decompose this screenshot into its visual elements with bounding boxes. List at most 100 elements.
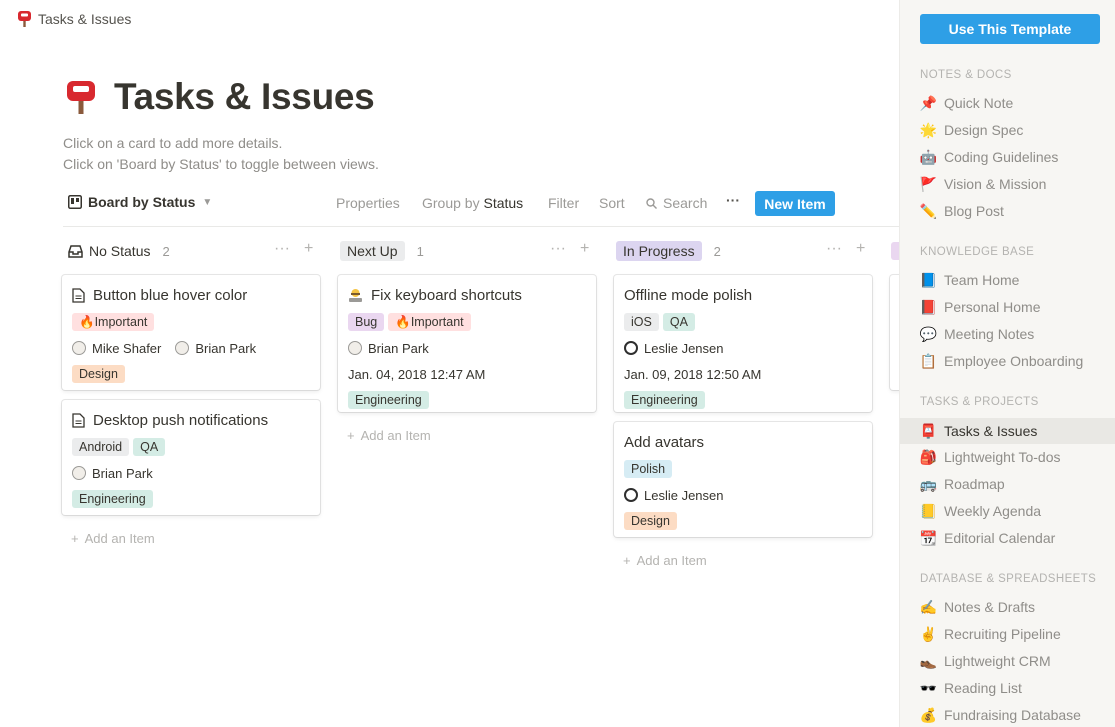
sidebar-item-vision-mission[interactable]: 🚩 Vision & Mission xyxy=(900,171,1115,197)
sidebar-item-label: Design Spec xyxy=(944,122,1024,138)
tag-qa: QA xyxy=(133,438,166,456)
card-desktop-push-notifications[interactable]: Desktop push notifications Android QA Br… xyxy=(62,400,320,515)
description-line: Click on a card to add more details. xyxy=(63,135,283,151)
page-title[interactable]: Tasks & Issues xyxy=(114,76,375,118)
avatar xyxy=(175,341,190,355)
sidebar-item-label: Reading List xyxy=(944,680,1022,696)
sidebar-item-notes-drafts[interactable]: ✍️ Notes & Drafts xyxy=(900,594,1115,620)
tag-polish: Polish xyxy=(624,460,673,478)
breadcrumb-title: Tasks & Issues xyxy=(38,10,132,27)
more-icon[interactable]: ··· xyxy=(274,240,290,258)
sidebar-item-label: Vision & Mission xyxy=(944,176,1047,192)
new-item-button[interactable]: New Item xyxy=(755,191,835,216)
clipboard-icon: 📋 xyxy=(919,352,938,369)
add-item-button[interactable]: + Add an Item xyxy=(623,553,707,568)
card-title: Fix keyboard shortcuts xyxy=(371,286,522,304)
person-name: Brian Park xyxy=(368,340,429,356)
sidebar-item-roadmap[interactable]: 🚌 Roadmap xyxy=(900,471,1115,497)
search-label: Search xyxy=(663,195,708,211)
column-label: No Status xyxy=(89,243,151,259)
person-name: Brian Park xyxy=(92,465,153,481)
section-label: KNOWLEDGE BASE xyxy=(920,246,1035,258)
column-header-next-up[interactable]: Next Up 1 xyxy=(340,240,424,262)
add-item-button[interactable]: + Add an Item xyxy=(71,531,155,546)
tag-design: Design xyxy=(72,365,125,383)
use-template-button[interactable]: Use This Template xyxy=(920,14,1100,44)
money-bag-icon: 💰 xyxy=(919,706,938,723)
sidebar-item-quick-note[interactable]: 📌 Quick Note xyxy=(900,90,1115,116)
more-icon[interactable]: ··· xyxy=(826,240,842,258)
sidebar-item-label: Roadmap xyxy=(944,476,1005,492)
plus-icon: + xyxy=(71,531,79,546)
sidebar-item-label: Lightweight To-dos xyxy=(944,449,1061,465)
robot-icon: 🤖 xyxy=(919,148,938,165)
plus-icon[interactable]: + xyxy=(856,240,865,258)
tag-important: 🔥Important xyxy=(72,313,155,331)
search-icon xyxy=(646,197,657,209)
bus-icon: 🚌 xyxy=(919,475,938,492)
card-add-avatars[interactable]: Add avatars Polish Leslie Jensen Design xyxy=(614,422,872,537)
more-icon[interactable]: ··· xyxy=(550,240,566,258)
mailbox-icon: 📮 xyxy=(919,422,938,439)
tag-ios: iOS xyxy=(624,313,659,331)
plus-icon: + xyxy=(623,553,631,568)
section-label: TASKS & PROJECTS xyxy=(920,396,1039,408)
column-header-in-progress[interactable]: In Progress 2 xyxy=(616,240,721,262)
tag-engineering: Engineering xyxy=(348,391,429,409)
sidebar-item-label: Editorial Calendar xyxy=(944,530,1056,546)
more-options-button[interactable]: ··· xyxy=(726,192,740,208)
card-button-blue-hover-color[interactable]: Button blue hover color 🔥Important Mike … xyxy=(62,275,320,390)
sidebar-item-editorial-calendar[interactable]: 📆 Editorial Calendar xyxy=(900,525,1115,551)
column-count: 1 xyxy=(416,243,424,259)
person-name: Leslie Jensen xyxy=(644,487,724,503)
sidebar-item-lightweight-crm[interactable]: 👞 Lightweight CRM xyxy=(900,648,1115,674)
notebook-icon: 📒 xyxy=(919,502,938,519)
filter-button[interactable]: Filter xyxy=(548,195,579,211)
plus-icon[interactable]: + xyxy=(304,240,313,258)
section-label: NOTES & DOCS xyxy=(920,69,1012,81)
card-date: Jan. 04, 2018 12:47 AM xyxy=(348,366,486,382)
sidebar-item-reading-list[interactable]: 🕶️ Reading List xyxy=(900,675,1115,701)
sidebar-item-tasks-issues[interactable]: 📮 Tasks & Issues xyxy=(900,418,1115,444)
sidebar-item-label: Fundraising Database xyxy=(944,707,1081,723)
avatar xyxy=(72,466,86,480)
avatar xyxy=(348,341,362,355)
sidebar-item-label: Meeting Notes xyxy=(944,326,1035,342)
add-item-label: Add an Item xyxy=(84,531,155,546)
mailbox-icon[interactable] xyxy=(66,80,96,119)
card-fix-keyboard-shortcuts[interactable]: Fix keyboard shortcuts Bug 🔥Important Br… xyxy=(338,275,596,412)
shoe-icon: 👞 xyxy=(919,652,938,669)
speech-bubble-icon: 💬 xyxy=(919,325,938,342)
sidebar-item-lightweight-todos[interactable]: 🎒 Lightweight To-dos xyxy=(900,444,1115,470)
sidebar-item-meeting-notes[interactable]: 💬 Meeting Notes xyxy=(900,321,1115,347)
card-offline-mode-polish[interactable]: Offline mode polish iOS QA Leslie Jensen… xyxy=(614,275,872,412)
page-icon xyxy=(72,287,85,303)
sort-button[interactable]: Sort xyxy=(599,195,625,211)
group-by-button[interactable]: Group by Status xyxy=(422,195,523,211)
sidebar-item-design-spec[interactable]: 🌟 Design Spec xyxy=(900,117,1115,143)
search-button[interactable]: Search xyxy=(646,195,707,211)
add-item-button[interactable]: + Add an Item xyxy=(347,428,431,443)
properties-button[interactable]: Properties xyxy=(336,195,400,211)
sidebar-item-recruiting-pipeline[interactable]: ✌️ Recruiting Pipeline xyxy=(900,621,1115,647)
sidebar-item-label: Employee Onboarding xyxy=(944,353,1084,369)
plus-icon: + xyxy=(347,428,355,443)
chevron-down-icon: ▼ xyxy=(202,196,213,208)
view-switcher[interactable]: Board by Status ▼ xyxy=(68,194,212,210)
sidebar-item-label: Quick Note xyxy=(944,95,1014,111)
sidebar-item-coding-guidelines[interactable]: 🤖 Coding Guidelines xyxy=(900,144,1115,170)
column-header-no-status[interactable]: No Status 2 xyxy=(68,240,170,262)
person-name: Mike Shafer xyxy=(92,340,162,356)
breadcrumb[interactable]: Tasks & Issues xyxy=(17,10,131,27)
sidebar-item-employee-onboarding[interactable]: 📋 Employee Onboarding xyxy=(900,348,1115,374)
group-by-value: Status xyxy=(483,195,524,211)
sidebar-item-weekly-agenda[interactable]: 📒 Weekly Agenda xyxy=(900,498,1115,524)
sidebar-item-blog-post[interactable]: ✏️ Blog Post xyxy=(900,198,1115,224)
plus-icon[interactable]: + xyxy=(580,240,589,258)
sidebar-item-team-home[interactable]: 📘 Team Home xyxy=(900,267,1115,293)
sidebar-item-label: Lightweight CRM xyxy=(944,653,1051,669)
sidebar-item-fundraising-database[interactable]: 💰 Fundraising Database xyxy=(900,702,1115,727)
board-view-icon xyxy=(68,195,82,209)
sidebar-item-personal-home[interactable]: 📕 Personal Home xyxy=(900,294,1115,320)
card-title: Desktop push notifications xyxy=(93,411,269,429)
